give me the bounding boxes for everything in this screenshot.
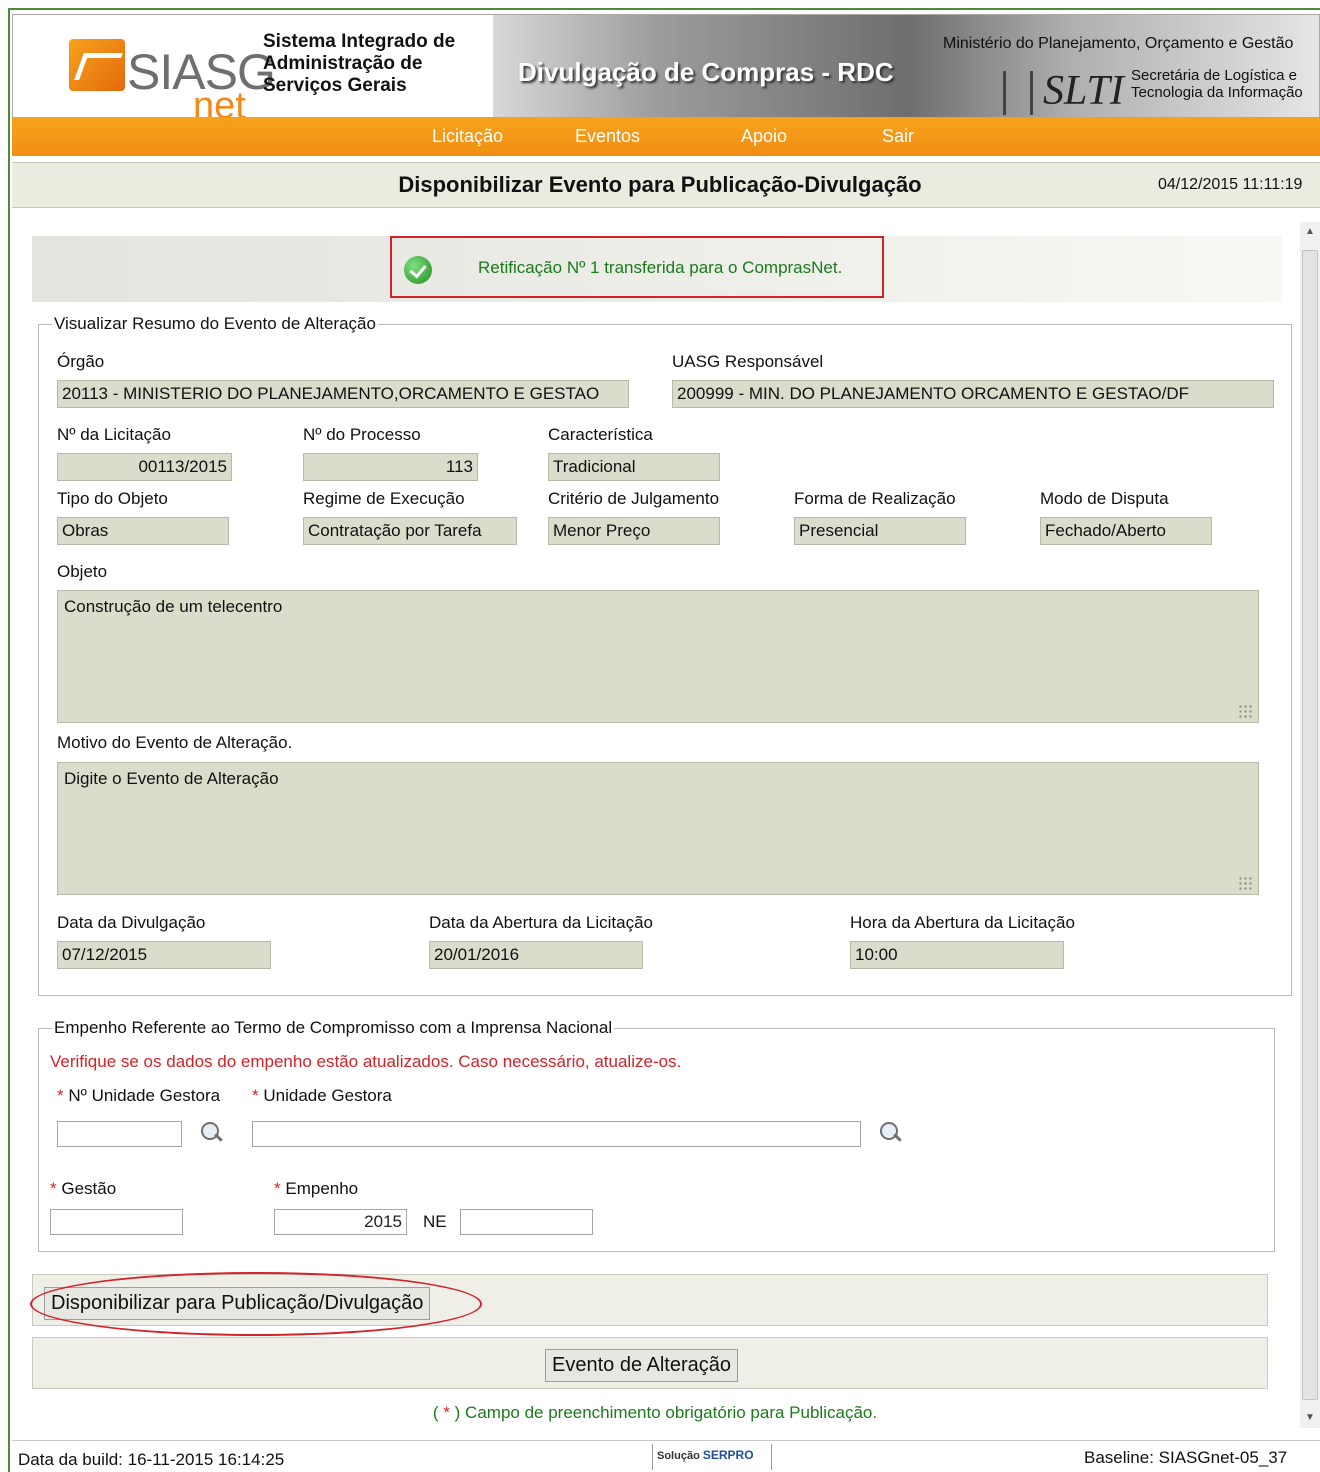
- build-date: Data da build: 16-11-2015 16:14:25: [18, 1450, 285, 1469]
- ug-number-label: * Nº Unidade Gestora: [57, 1086, 220, 1106]
- menu-item-licitacao[interactable]: Licitação: [432, 126, 503, 147]
- required-mark: *: [252, 1086, 259, 1105]
- motivo-label: Motivo do Evento de Alteração.: [57, 733, 293, 752]
- ug-name-input[interactable]: [252, 1121, 861, 1147]
- objeto-textarea: Construção de um telecentro: [57, 590, 1259, 723]
- siasg-logo-mark: [69, 39, 125, 91]
- empenho-year-input[interactable]: 2015: [274, 1209, 407, 1235]
- slti-name: Secretária de Logística e Tecnologia da …: [1131, 67, 1303, 101]
- ministry-pillars-icon: [1003, 71, 1033, 115]
- empenho-legend: Empenho Referente ao Termo de Compromiss…: [52, 1018, 615, 1038]
- motivo-text: Digite o Evento de Alteração: [64, 769, 279, 788]
- scrollbar-thumb[interactable]: [1302, 250, 1318, 1400]
- slti-logo: SLTI: [1043, 68, 1124, 114]
- licitacao-label: Nº da Licitação: [57, 425, 171, 444]
- required-mark: *: [50, 1179, 57, 1198]
- summary-legend: Visualizar Resumo do Evento de Alteração: [52, 314, 378, 334]
- licitacao-field: 00113/2015: [57, 453, 232, 481]
- modo-field: Fechado/Aberto: [1040, 517, 1212, 545]
- siasg-logo: SIASG net: [53, 27, 276, 118]
- footnote-text: ) Campo de preenchimento obrigatório par…: [449, 1403, 878, 1422]
- tipo-objeto-label: Tipo do Objeto: [57, 489, 168, 508]
- ne-label: NE: [423, 1212, 447, 1231]
- gestao-label: * Gestão: [50, 1179, 116, 1199]
- ug-number-input[interactable]: [57, 1121, 182, 1147]
- ug-number-label-text: Nº Unidade Gestora: [68, 1086, 221, 1105]
- objeto-text: Construção de um telecentro: [64, 597, 283, 616]
- motivo-textarea[interactable]: Digite o Evento de Alteração: [57, 762, 1259, 895]
- baseline: Baseline: SIASGnet-05_37: [1084, 1448, 1288, 1467]
- hora-abertura-field: 10:00: [850, 941, 1064, 969]
- objeto-label: Objeto: [57, 562, 108, 581]
- system-name: Sistema Integrado de Administração de Se…: [263, 31, 456, 96]
- uasg-field: 200999 - MIN. DO PLANEJAMENTO ORCAMENTO …: [672, 380, 1274, 408]
- caracteristica-label: Característica: [548, 425, 653, 444]
- orgao-label: Órgão: [57, 352, 105, 371]
- resize-grip-icon: [1238, 876, 1252, 890]
- disponibilizar-highlight: [30, 1272, 482, 1336]
- ug-label: * Unidade Gestora: [252, 1086, 392, 1106]
- search-icon[interactable]: [199, 1120, 225, 1146]
- main-menu: Licitação Eventos Apoio Sair: [12, 118, 1320, 156]
- siasg-logo-net: net: [193, 85, 246, 118]
- caracteristica-field: Tradicional: [548, 453, 720, 481]
- orgao-field: 20113 - MINISTERIO DO PLANEJAMENTO,ORCAM…: [57, 380, 629, 408]
- serpro-logo: Solução SERPRO: [652, 1444, 772, 1470]
- required-mark: *: [274, 1179, 281, 1198]
- ministry-name: Ministério do Planejamento, Orçamento e …: [943, 35, 1294, 52]
- footnote-prefix: (: [432, 1403, 444, 1422]
- gestao-input[interactable]: [50, 1209, 183, 1235]
- banner-title: Divulgação de Compras - RDC: [518, 57, 894, 87]
- criterio-field: Menor Preço: [548, 517, 720, 545]
- data-abertura-field: 20/01/2016: [429, 941, 643, 969]
- serpro-text: SERPRO: [702, 1448, 754, 1462]
- data-divulgacao-label: Data da Divulgação: [57, 913, 206, 932]
- uasg-label: UASG Responsável: [672, 352, 824, 371]
- menu-item-sair[interactable]: Sair: [882, 126, 914, 147]
- menu-item-eventos[interactable]: Eventos: [575, 126, 640, 147]
- criterio-label: Critério de Julgamento: [548, 489, 720, 508]
- data-divulgacao-field: 07/12/2015: [57, 941, 271, 969]
- data-abertura-label: Data da Abertura da Licitação: [429, 913, 653, 932]
- hora-abertura-label: Hora da Abertura da Licitação: [850, 913, 1075, 932]
- ug-label-text: Unidade Gestora: [263, 1086, 392, 1105]
- solucao-text: Solução: [657, 1450, 700, 1462]
- gestao-label-text: Gestão: [61, 1179, 117, 1198]
- regime-label: Regime de Execução: [303, 489, 465, 508]
- modo-label: Modo de Disputa: [1040, 489, 1169, 508]
- evento-alteracao-button[interactable]: Evento de Alteração: [545, 1349, 739, 1382]
- empenho-number-input[interactable]: [460, 1209, 593, 1235]
- timestamp: 04/12/2015 11:11:19: [1158, 176, 1303, 193]
- empenho-warning: Verifique se os dados do empenho estão a…: [50, 1052, 682, 1071]
- processo-field: 113: [303, 453, 478, 481]
- required-mark: *: [57, 1086, 64, 1105]
- tipo-objeto-field: Obras: [57, 517, 229, 545]
- page-title: Disponibilizar Evento para Publicação-Di…: [398, 172, 922, 197]
- empenho-label-text: Empenho: [285, 1179, 359, 1198]
- empenho-label: * Empenho: [274, 1179, 358, 1199]
- required-mark: *: [443, 1403, 450, 1422]
- search-icon[interactable]: [878, 1120, 904, 1146]
- header: SIASG net Sistema Integrado de Administr…: [12, 14, 1320, 118]
- check-icon: [404, 256, 432, 284]
- required-footnote: ( * ) Campo de preenchimento obrigatório…: [0, 1403, 1310, 1423]
- resize-grip-icon: [1238, 704, 1252, 718]
- success-message: Retificação Nº 1 transferida para o Comp…: [478, 258, 843, 277]
- regime-field: Contratação por Tarefa: [303, 517, 517, 545]
- vertical-scrollbar[interactable]: ▲ ▼: [1300, 222, 1320, 1428]
- forma-label: Forma de Realização: [794, 489, 956, 508]
- menu-item-apoio[interactable]: Apoio: [741, 126, 787, 147]
- scroll-up-icon[interactable]: ▲: [1300, 222, 1320, 242]
- forma-field: Presencial: [794, 517, 966, 545]
- processo-label: Nº do Processo: [303, 425, 421, 444]
